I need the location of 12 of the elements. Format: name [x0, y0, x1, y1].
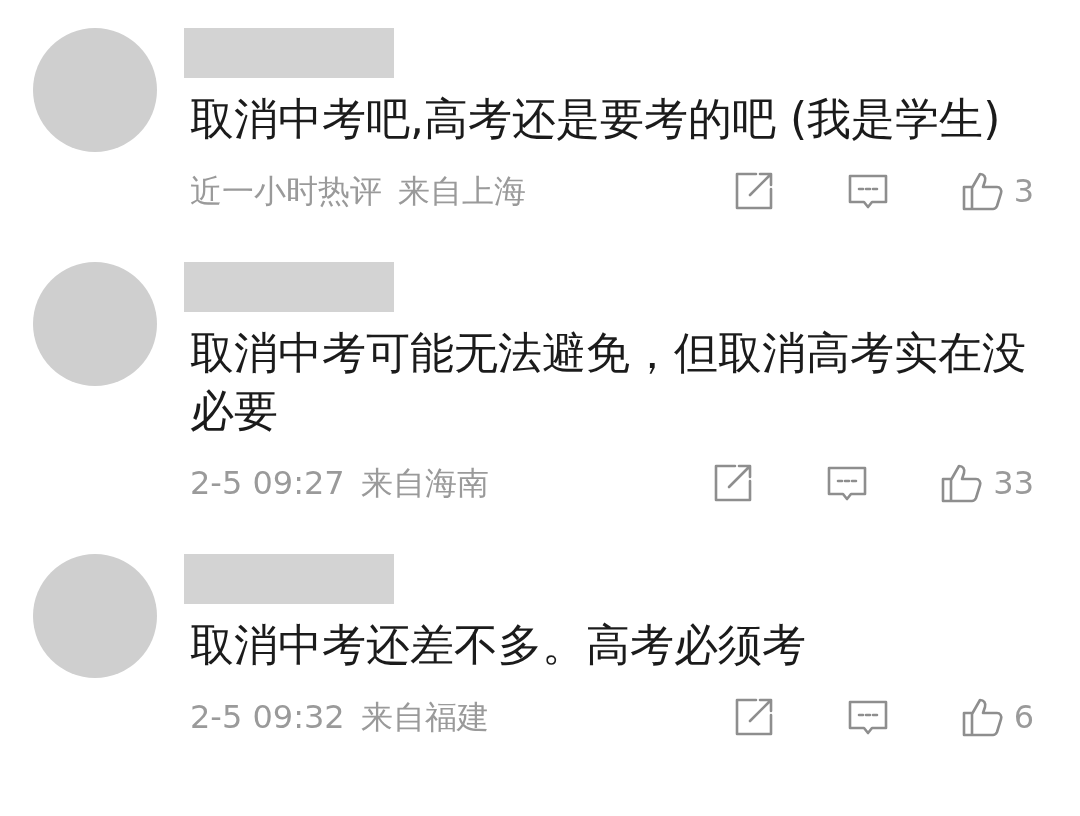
comment-location: 来自福建	[360, 697, 489, 738]
comment-text: 取消中考还差不多。高考必须考	[190, 618, 807, 672]
comment-location: 来自海南	[360, 463, 489, 504]
comment-text: 取消中考吧,高考还是要考的吧 (我是学生)	[190, 92, 1002, 146]
comment-time: 2-5 09:27	[190, 463, 345, 504]
comment-location: 来自上海	[398, 171, 526, 212]
like-count: 3	[1013, 171, 1034, 212]
like-count: 33	[993, 463, 1034, 504]
comment-time: 近一小时热评	[190, 171, 382, 212]
like-count: 6	[1013, 697, 1034, 738]
comment-time: 2-5 09:32	[190, 697, 345, 738]
comment-text: 取消中考可能无法避免，但取消高考实在没必要	[190, 326, 1027, 438]
